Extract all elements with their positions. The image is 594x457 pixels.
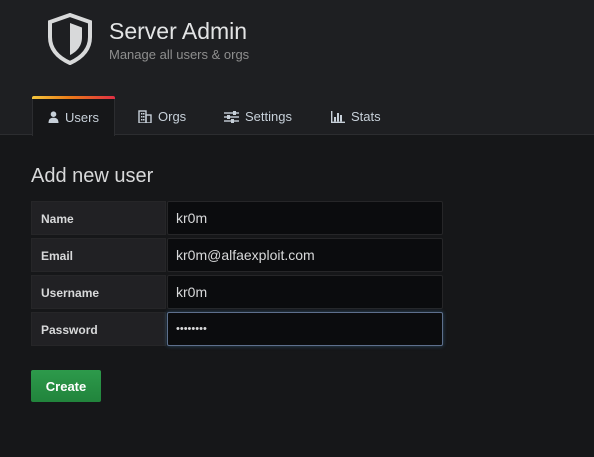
username-row: Username kr0m — [31, 275, 443, 309]
name-label: Name — [31, 201, 166, 235]
tab-users-label: Users — [65, 109, 99, 125]
password-label: Password — [31, 312, 166, 346]
page-header: Server Admin Manage all users & orgs Use… — [0, 0, 594, 136]
form-heading: Add new user — [31, 165, 154, 187]
tab-users[interactable]: Users — [32, 96, 115, 136]
bar-chart-icon — [331, 110, 345, 123]
building-icon — [138, 110, 152, 123]
tab-stats-label: Stats — [351, 109, 381, 124]
sliders-icon — [224, 110, 239, 123]
password-input[interactable]: •••••••• — [167, 312, 443, 346]
password-row: Password •••••••• — [31, 312, 443, 346]
tab-orgs-label: Orgs — [158, 109, 187, 124]
username-input[interactable]: kr0m — [167, 275, 443, 309]
shield-icon — [48, 13, 92, 65]
username-label: Username — [31, 275, 166, 309]
tab-settings[interactable]: Settings — [224, 98, 292, 135]
create-button[interactable]: Create — [31, 370, 101, 402]
tab-settings-label: Settings — [245, 109, 292, 124]
page-subtitle: Manage all users & orgs — [109, 47, 250, 62]
email-label: Email — [31, 238, 166, 272]
tab-orgs[interactable]: Orgs — [138, 98, 186, 135]
user-icon — [48, 111, 59, 123]
tab-stats[interactable]: Stats — [331, 98, 381, 135]
name-row: Name kr0m — [31, 201, 443, 235]
page-title: Server Admin — [109, 18, 248, 44]
name-input[interactable]: kr0m — [167, 201, 443, 235]
email-row: Email kr0m@alfaexploit.com — [31, 238, 443, 272]
email-input[interactable]: kr0m@alfaexploit.com — [167, 238, 443, 272]
